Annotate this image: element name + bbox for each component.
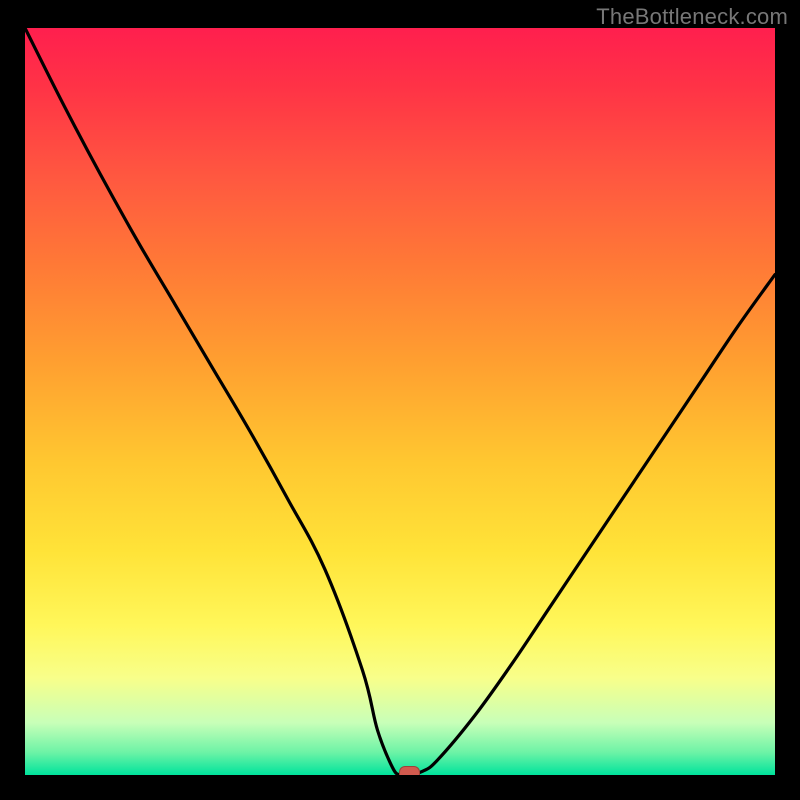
bottleneck-curve [25, 28, 775, 775]
chart-frame: TheBottleneck.com [0, 0, 800, 800]
plot-area [25, 28, 775, 775]
watermark: TheBottleneck.com [596, 4, 788, 30]
optimum-marker [399, 766, 420, 775]
